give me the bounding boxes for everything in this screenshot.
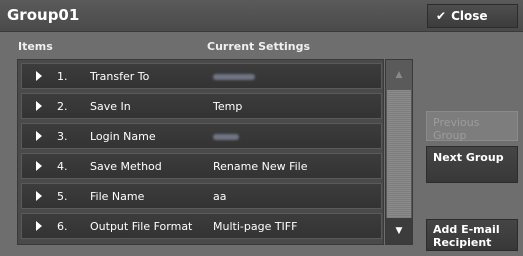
list-item-transfer-to[interactable]: 1. Transfer To [21,63,382,89]
item-value: Rename New File [213,159,308,173]
scroll-down-button[interactable]: ▼ [386,218,412,244]
triangle-right-icon [36,71,42,81]
column-header-current-settings: Current Settings [207,40,311,53]
add-email-recipient-button[interactable]: Add E-mail Recipient [426,219,518,251]
title-bar: Group01 ✔ Close [0,0,523,32]
scroll-thumb[interactable] [387,90,411,218]
item-number: 4. [57,159,68,173]
item-label: Output File Format [90,219,193,233]
close-button[interactable]: ✔ Close [427,4,518,28]
item-label: File Name [90,189,145,203]
item-label: Transfer To [90,69,150,83]
item-label: Save In [90,99,131,113]
triangle-right-icon [36,221,42,231]
item-label: Login Name [90,129,156,143]
item-value: Temp [213,99,243,113]
list-item-save-method[interactable]: 4. Save Method Rename New File [21,153,382,179]
list-scrollbar[interactable]: ▲ ▼ [385,59,413,245]
triangle-up-icon: ▲ [395,70,403,80]
next-group-button[interactable]: Next Group [426,146,518,183]
triangle-right-icon [36,161,42,171]
item-number: 3. [57,129,68,143]
list-item-save-in[interactable]: 2. Save In Temp [21,93,382,119]
previous-group-button[interactable]: Previous Group [426,111,518,142]
item-value-redacted [213,70,255,83]
column-header-items: Items [18,40,53,53]
item-number: 1. [57,69,68,83]
item-number: 2. [57,99,68,113]
item-value: Multi-page TIFF [213,219,298,233]
item-number: 6. [57,219,68,233]
triangle-down-icon: ▼ [395,226,403,236]
list-item-login-name[interactable]: 3. Login Name [21,123,382,149]
close-button-label: Close [451,9,488,23]
item-value: aa [213,189,227,203]
list-item-file-name[interactable]: 5. File Name aa [21,183,382,209]
checkmark-icon: ✔ [436,9,447,23]
item-number: 5. [57,189,68,203]
list-item-output-file-format[interactable]: 6. Output File Format Multi-page TIFF [21,213,382,239]
settings-list: 1. Transfer To 2. Save In Temp 3. Login … [17,59,384,245]
item-label: Save Method [90,159,162,173]
triangle-right-icon [36,101,42,111]
triangle-right-icon [36,131,42,141]
item-value-redacted [213,130,239,143]
window-title: Group01 [7,6,80,24]
triangle-right-icon [36,191,42,201]
scroll-up-button[interactable]: ▲ [388,62,410,88]
